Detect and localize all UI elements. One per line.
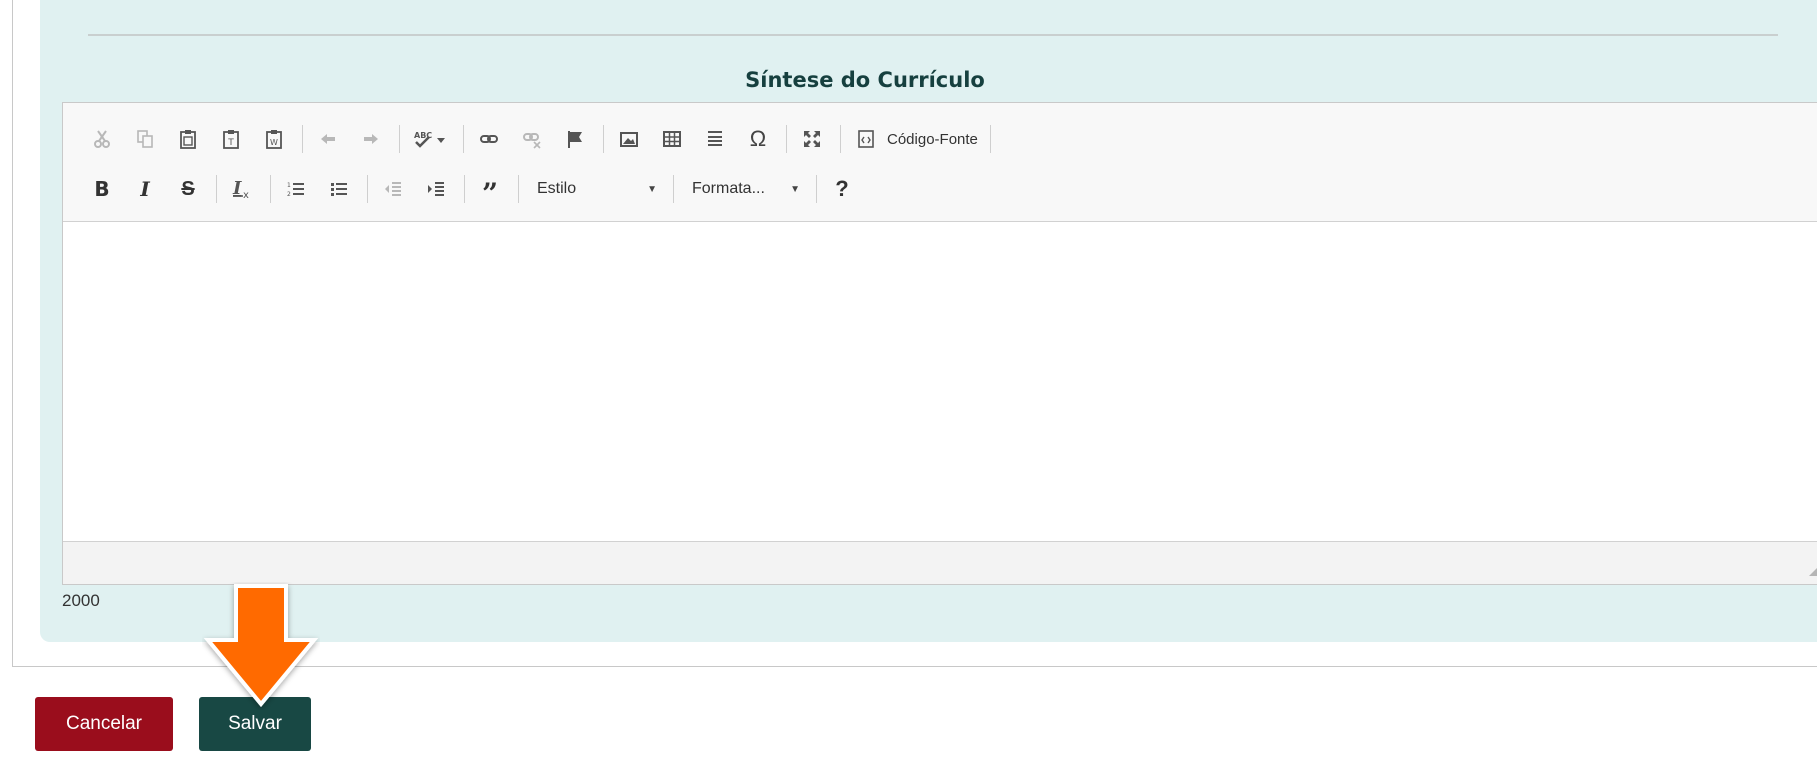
toolbar-separator <box>216 175 217 203</box>
svg-text:2: 2 <box>287 191 291 198</box>
toolbar-separator <box>673 175 674 203</box>
resize-handle-icon[interactable] <box>1809 562 1817 576</box>
special-char-icon[interactable]: Ω <box>743 124 773 154</box>
toolbar-separator <box>603 125 604 153</box>
svg-text:T: T <box>227 138 234 148</box>
spellcheck-icon[interactable]: ABC <box>410 124 450 154</box>
image-icon[interactable] <box>614 124 644 154</box>
toolbar-separator <box>464 175 465 203</box>
style-dropdown-value: Estilo <box>537 180 577 197</box>
strikethrough-icon[interactable]: S <box>173 174 203 204</box>
bold-icon[interactable]: B <box>87 174 117 204</box>
cut-icon[interactable] <box>87 124 117 154</box>
horizontal-line-icon[interactable] <box>700 124 730 154</box>
svg-text:ABC: ABC <box>414 131 432 140</box>
toolbar-row-2: B I S Ix 12 ” Estilo ▼ Formata... ▼ ? <box>87 173 870 208</box>
svg-text:W: W <box>270 138 278 147</box>
toolbar-separator <box>816 175 817 203</box>
paste-icon[interactable] <box>173 124 203 154</box>
anchor-flag-icon[interactable] <box>560 124 590 154</box>
svg-text:1: 1 <box>287 182 291 189</box>
toolbar-separator <box>518 175 519 203</box>
editor-status-bar <box>63 541 1817 584</box>
cancel-button[interactable]: Cancelar <box>35 697 173 751</box>
italic-icon[interactable]: I <box>130 174 160 204</box>
section-divider <box>88 34 1778 36</box>
editor-content-area[interactable] <box>63 222 1817 541</box>
format-dropdown-value: Formata... <box>692 180 765 197</box>
source-code-button-label[interactable]: Código-Fonte <box>887 131 978 148</box>
toolbar-separator <box>270 175 271 203</box>
paste-word-icon[interactable]: W <box>259 124 289 154</box>
toolbar-row-1: T W ABC Ω Código-Fonte <box>87 123 1001 155</box>
outdent-icon[interactable] <box>378 174 408 204</box>
editor-toolbar: T W ABC Ω Código-Fonte B I S I x 1 2 ” E… <box>63 103 1817 222</box>
maximize-icon[interactable] <box>797 124 827 154</box>
numbered-list-icon[interactable]: 12 <box>281 174 311 204</box>
redo-icon[interactable] <box>356 124 386 154</box>
blockquote-icon[interactable]: ” <box>475 174 505 208</box>
link-icon[interactable] <box>474 124 504 154</box>
paste-text-icon[interactable]: T <box>216 124 246 154</box>
toolbar-separator <box>786 125 787 153</box>
toolbar-separator <box>367 175 368 203</box>
toolbar-separator <box>302 125 303 153</box>
toolbar-separator <box>399 125 400 153</box>
indent-icon[interactable] <box>421 174 451 204</box>
copy-icon[interactable] <box>130 124 160 154</box>
remove-format-icon[interactable]: Ix <box>227 174 257 204</box>
section-title: Síntese do Currículo <box>745 68 985 92</box>
toolbar-separator <box>463 125 464 153</box>
toolbar-separator <box>840 125 841 153</box>
style-dropdown[interactable]: Estilo ▼ <box>529 175 665 203</box>
unlink-icon[interactable] <box>517 124 547 154</box>
bulleted-list-icon[interactable] <box>324 174 354 204</box>
toolbar-separator <box>989 125 991 153</box>
svg-text:x: x <box>243 190 249 200</box>
format-dropdown[interactable]: Formata... ▼ <box>684 175 808 203</box>
chevron-down-icon: ▼ <box>647 183 657 195</box>
character-counter: 2000 <box>62 591 100 610</box>
chevron-down-icon: ▼ <box>790 183 800 195</box>
arrow-down-icon <box>203 584 319 708</box>
table-icon[interactable] <box>657 124 687 154</box>
rich-text-editor: T W ABC Ω Código-Fonte B I S I x 1 2 ” E… <box>62 102 1817 585</box>
source-code-icon[interactable] <box>851 124 881 154</box>
undo-icon[interactable] <box>313 124 343 154</box>
help-icon[interactable]: ? <box>827 174 857 204</box>
